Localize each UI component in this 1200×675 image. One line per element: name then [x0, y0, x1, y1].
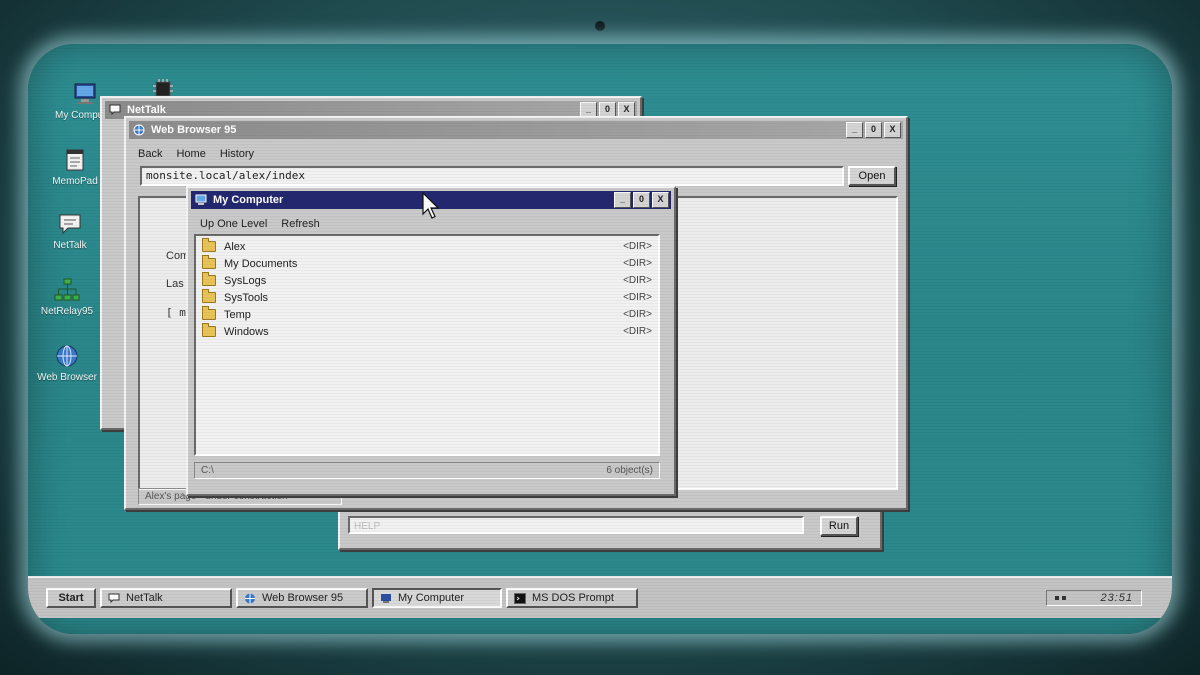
- back-button[interactable]: Back: [138, 148, 162, 160]
- start-button[interactable]: Start: [46, 588, 96, 608]
- folder-icon: [202, 289, 216, 303]
- task-label: NetTalk: [126, 592, 163, 604]
- window-title: My Computer: [213, 194, 284, 206]
- clock-time: 23:51: [1100, 592, 1133, 604]
- address-bar[interactable]: monsite.local/alex/index: [140, 166, 844, 186]
- network-icon: [54, 278, 80, 301]
- list-item[interactable]: Alex <DIR>: [196, 238, 658, 255]
- window-title: Web Browser 95: [151, 124, 237, 136]
- taskbar-item-nettalk[interactable]: NetTalk: [100, 588, 232, 608]
- start-label: Start: [58, 592, 84, 604]
- page-line: [ m: [166, 306, 186, 319]
- file-list: Alex <DIR> My Documents <DIR> SysLogs <DIR>…: [194, 234, 660, 456]
- desktop-icon-nettalk[interactable]: NetTalk: [29, 212, 111, 251]
- list-item[interactable]: SysLogs <DIR>: [196, 272, 658, 289]
- globe-icon: [133, 124, 145, 136]
- task-label: MS DOS Prompt: [532, 592, 614, 604]
- system-clock: 23:51: [1046, 590, 1142, 606]
- globe-icon: [56, 345, 78, 367]
- list-item[interactable]: Temp <DIR>: [196, 306, 658, 323]
- taskbar-item-ms-dos[interactable]: MS DOS Prompt: [506, 588, 638, 608]
- chat-icon: [59, 214, 81, 235]
- monitor-icon: [381, 593, 391, 603]
- monitor-icon: [195, 194, 207, 205]
- browser-menu: Back Home History: [126, 142, 906, 164]
- desktop-icon-label: NetRelay95: [40, 306, 94, 317]
- maximize-button[interactable]: 0: [633, 192, 650, 208]
- mouse-cursor-icon: [422, 192, 440, 219]
- address-text: monsite.local/alex/index: [146, 169, 305, 182]
- page-line: Las: [166, 278, 184, 290]
- folder-icon: [202, 272, 216, 286]
- desktop-icon-web-browser[interactable]: Web Browser: [28, 344, 108, 383]
- dos-command-input[interactable]: HELP: [348, 516, 804, 534]
- command-placeholder: HELP: [354, 521, 381, 532]
- task-label: My Computer: [398, 592, 465, 604]
- home-button[interactable]: Home: [176, 148, 205, 160]
- taskbar-item-web-browser[interactable]: Web Browser 95: [236, 588, 368, 608]
- mycomputer-statusbar: C:\ 6 object(s): [194, 462, 660, 479]
- chat-icon: [109, 104, 121, 116]
- minimize-button[interactable]: _: [846, 122, 863, 138]
- run-button[interactable]: Run: [820, 516, 858, 536]
- desktop-icon-label: Web Browser: [37, 372, 97, 383]
- folder-icon: [202, 306, 216, 320]
- up-one-level-button[interactable]: Up One Level: [200, 218, 267, 230]
- folder-icon: [202, 323, 216, 337]
- folder-icon: [202, 255, 216, 269]
- notepad-icon: [66, 149, 84, 171]
- desktop-icon-label: NetTalk: [53, 240, 87, 251]
- chat-icon: [108, 593, 120, 603]
- globe-icon: [245, 593, 255, 603]
- desktop-icon-label: MemoPad: [52, 176, 98, 187]
- folder-icon: [202, 238, 216, 252]
- monitor-icon: [74, 83, 96, 104]
- taskbar-item-my-computer[interactable]: My Computer: [372, 588, 502, 608]
- open-button[interactable]: Open: [848, 166, 896, 186]
- taskbar: Start NetTalk Web Browser 95 My Computer…: [28, 576, 1172, 618]
- list-item[interactable]: SysTools <DIR>: [196, 289, 658, 306]
- webcam: [595, 21, 605, 31]
- desktop-screen: My Computer MemoPad NetTalk NetRelay95 W…: [28, 44, 1172, 634]
- close-button[interactable]: X: [652, 192, 669, 208]
- task-label: Web Browser 95: [262, 592, 344, 604]
- window-title: NetTalk: [127, 104, 166, 116]
- terminal-icon: [514, 592, 526, 604]
- current-path: C:\: [201, 465, 214, 476]
- my-computer-window: My Computer _ 0 X Up One Level Refresh A…: [186, 186, 676, 496]
- list-item[interactable]: My Documents <DIR>: [196, 255, 658, 272]
- tray-indicator-icon: [1055, 596, 1066, 600]
- browser-titlebar[interactable]: Web Browser 95 _ 0 X: [129, 121, 903, 139]
- history-button[interactable]: History: [220, 148, 254, 160]
- object-count: 6 object(s): [606, 465, 653, 476]
- desktop-icon-netrelay95[interactable]: NetRelay95: [28, 278, 108, 317]
- minimize-button[interactable]: _: [614, 192, 631, 208]
- maximize-button[interactable]: 0: [865, 122, 882, 138]
- refresh-button[interactable]: Refresh: [281, 218, 320, 230]
- close-button[interactable]: X: [884, 122, 901, 138]
- list-item[interactable]: Windows <DIR>: [196, 323, 658, 340]
